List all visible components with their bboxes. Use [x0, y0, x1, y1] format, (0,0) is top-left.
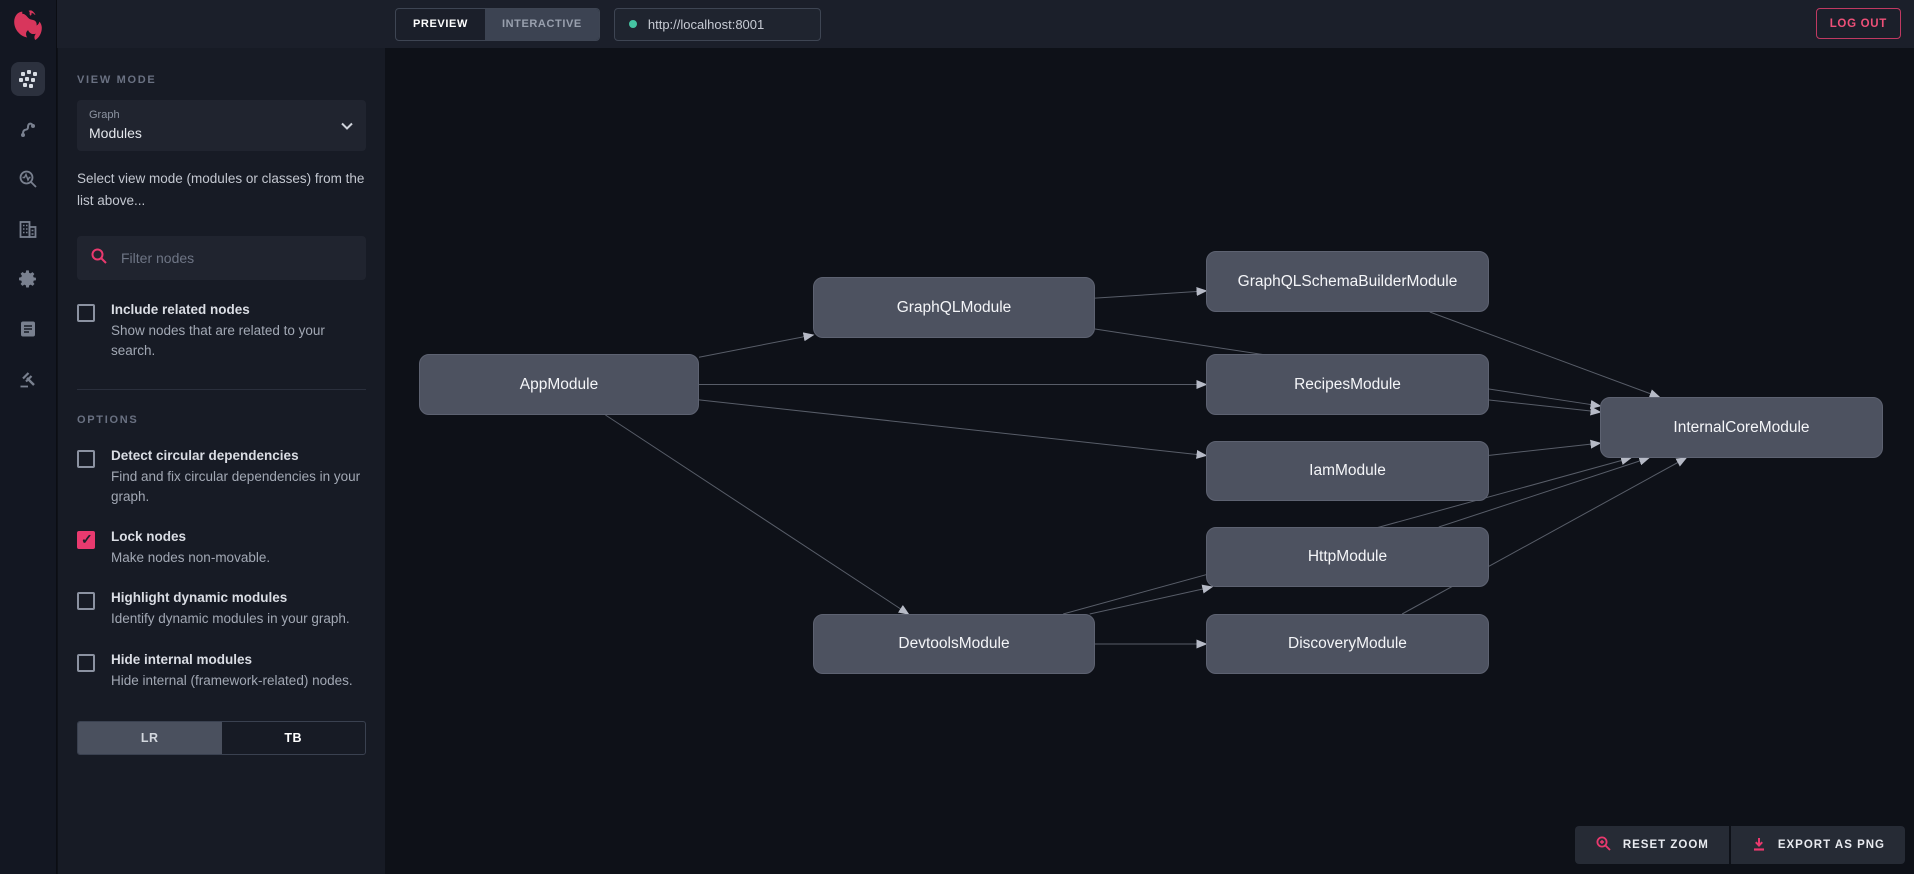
sidebar-panel: VIEW MODE Graph Modules Select view mode…: [58, 48, 385, 874]
building-icon: [17, 218, 39, 240]
graph-node[interactable]: DiscoveryModule: [1206, 614, 1489, 674]
server-url-input[interactable]: [646, 16, 806, 33]
sidebar-item-pipeline[interactable]: [11, 112, 45, 146]
graph-edge: [699, 335, 813, 357]
graph-node[interactable]: InternalCoreModule: [1600, 397, 1883, 458]
sidebar-item-audit[interactable]: [11, 362, 45, 396]
filter-box: [77, 236, 366, 280]
graph-edge: [1090, 587, 1212, 614]
view-mode-description: Select view mode (modules or classes) fr…: [77, 168, 366, 211]
graph-node[interactable]: GraphQLModule: [813, 277, 1095, 338]
include-related-row[interactable]: Include related nodes Show nodes that ar…: [77, 302, 366, 362]
graph-edge: [1489, 443, 1600, 455]
detect-circular-checkbox[interactable]: [77, 450, 95, 468]
gear-icon: [17, 268, 39, 290]
graph-node[interactable]: IamModule: [1206, 441, 1489, 501]
layout-direction-toggle: LR TB: [77, 721, 366, 755]
checkbox-label: Lock nodes: [111, 529, 270, 544]
checkbox-label: Highlight dynamic modules: [111, 590, 350, 605]
checkbox-description: Show nodes that are related to your sear…: [111, 321, 366, 362]
graph-node[interactable]: HttpModule: [1206, 527, 1489, 587]
graph-icon: [18, 69, 38, 89]
hide-internal-row[interactable]: Hide internal modules Hide internal (fra…: [77, 652, 366, 691]
search-pulse-icon: [17, 168, 39, 190]
layout-tb-button[interactable]: TB: [222, 722, 366, 754]
checkbox-description: Identify dynamic modules in your graph.: [111, 609, 350, 629]
graph-canvas[interactable]: AppModule GraphQLModule GraphQLSchemaBuild…: [385, 48, 1914, 874]
chevron-down-icon: [341, 117, 353, 135]
highlight-dynamic-checkbox[interactable]: [77, 592, 95, 610]
view-mode-select[interactable]: Graph Modules: [77, 100, 366, 151]
sidebar-item-graph[interactable]: [11, 62, 45, 96]
graph-edge: [1095, 291, 1206, 298]
sidebar-item-logs[interactable]: [11, 312, 45, 346]
detect-circular-row[interactable]: Detect circular dependencies Find and fi…: [77, 448, 366, 508]
sidebar-item-organization[interactable]: [11, 212, 45, 246]
graph-node[interactable]: DevtoolsModule: [813, 614, 1095, 674]
nestjs-logo: [11, 7, 45, 41]
sidebar-item-settings[interactable]: [11, 262, 45, 296]
action-label: EXPORT AS PNG: [1778, 839, 1885, 851]
lock-nodes-checkbox[interactable]: [77, 531, 95, 549]
include-related-checkbox[interactable]: [77, 304, 95, 322]
online-status-dot: [629, 20, 637, 28]
view-mode-heading: VIEW MODE: [77, 74, 366, 86]
lock-nodes-row[interactable]: Lock nodes Make nodes non-movable.: [77, 529, 366, 568]
download-icon: [1751, 836, 1767, 855]
graph-edge: [605, 415, 908, 614]
action-label: RESET ZOOM: [1623, 839, 1709, 851]
document-icon: [17, 318, 39, 340]
hide-internal-checkbox[interactable]: [77, 654, 95, 672]
graph-edge: [699, 400, 1206, 456]
export-png-button[interactable]: EXPORT AS PNG: [1731, 826, 1905, 864]
tab-interactive[interactable]: INTERACTIVE: [485, 9, 599, 40]
pipeline-icon: [17, 118, 39, 140]
sidebar-item-inspect[interactable]: [11, 162, 45, 196]
divider: [77, 389, 366, 390]
checkbox-label: Detect circular dependencies: [111, 448, 366, 463]
render-mode-tabs: PREVIEW INTERACTIVE: [395, 8, 600, 41]
search-icon: [90, 247, 108, 270]
graph-node[interactable]: RecipesModule: [1206, 354, 1489, 415]
options-heading: OPTIONS: [77, 414, 366, 426]
server-url-bar: [614, 8, 821, 41]
graph-node[interactable]: AppModule: [419, 354, 699, 415]
tab-preview[interactable]: PREVIEW: [396, 9, 485, 40]
layout-lr-button[interactable]: LR: [78, 722, 222, 754]
topbar: PREVIEW INTERACTIVE LOG OUT: [57, 0, 1914, 48]
canvas-actions: RESET ZOOM EXPORT AS PNG: [1575, 826, 1905, 864]
graph-node[interactable]: GraphQLSchemaBuilderModule: [1206, 251, 1489, 312]
select-label: Graph: [89, 109, 354, 121]
graph-edges-layer: [385, 48, 1914, 874]
filter-nodes-input[interactable]: [119, 249, 353, 267]
gavel-icon: [17, 368, 39, 390]
select-value: Modules: [89, 125, 354, 141]
checkbox-description: Hide internal (framework-related) nodes.: [111, 671, 353, 691]
icon-rail: [0, 0, 57, 874]
reset-zoom-button[interactable]: RESET ZOOM: [1575, 826, 1729, 864]
zoom-reset-icon: [1595, 835, 1612, 855]
checkbox-label: Hide internal modules: [111, 652, 353, 667]
checkbox-description: Make nodes non-movable.: [111, 548, 270, 568]
graph-edge: [1489, 400, 1600, 412]
checkbox-description: Find and fix circular dependencies in yo…: [111, 467, 366, 508]
logout-button[interactable]: LOG OUT: [1816, 8, 1901, 39]
highlight-dynamic-row[interactable]: Highlight dynamic modules Identify dynam…: [77, 590, 366, 629]
checkbox-label: Include related nodes: [111, 302, 366, 317]
